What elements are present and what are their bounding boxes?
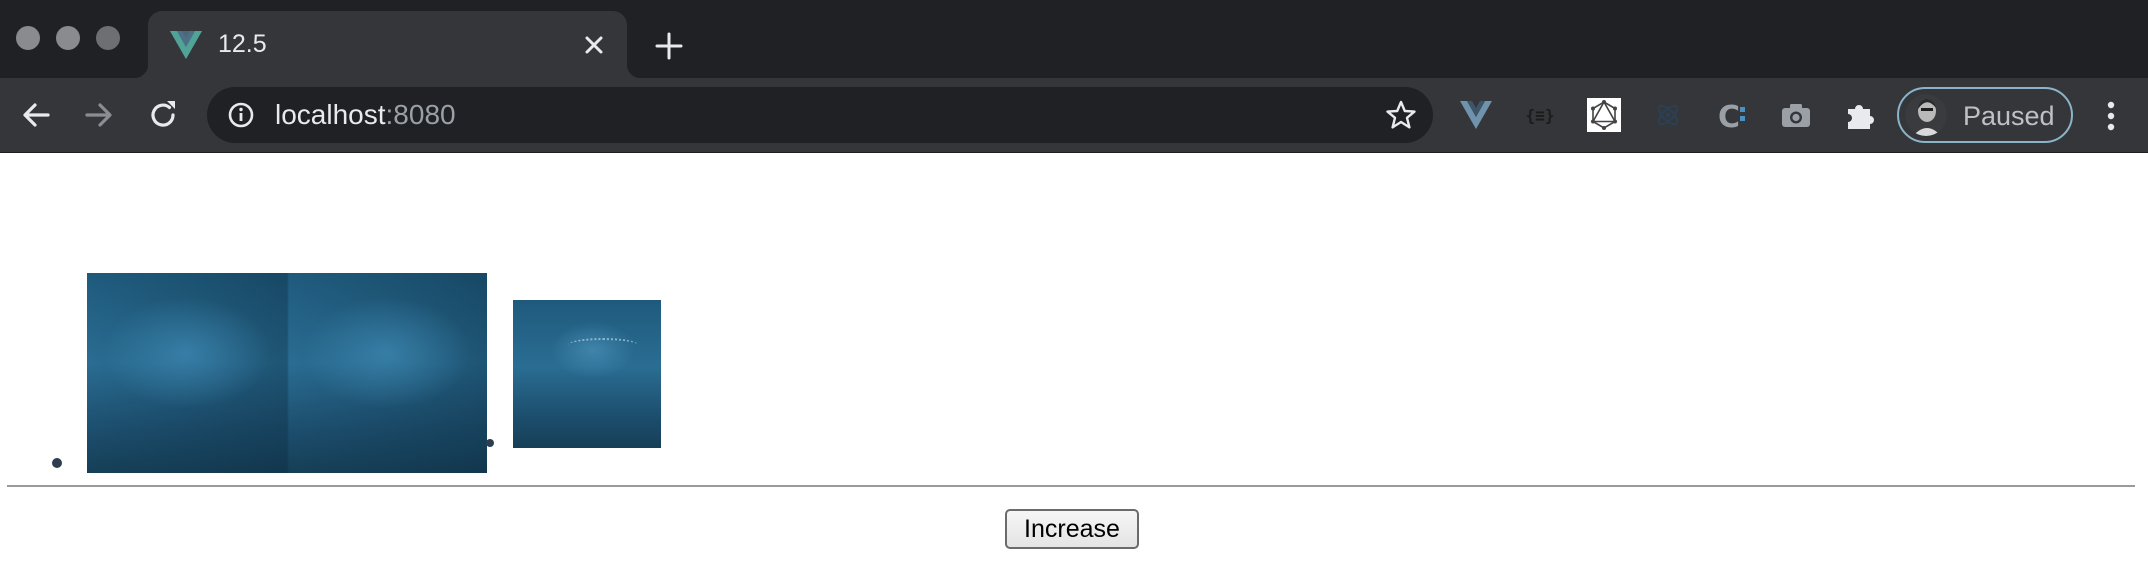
- camera-icon[interactable]: [1778, 97, 1814, 133]
- window-zoom-dot[interactable]: [96, 26, 120, 50]
- reload-icon[interactable]: [145, 97, 181, 133]
- avatar: [1905, 94, 1947, 136]
- underwater-image-small: [513, 300, 661, 448]
- browser-toolbar: localhost:8080 {≡} C Paused: [0, 78, 2148, 153]
- url-port: :8080: [385, 99, 456, 130]
- window-close-dot[interactable]: [16, 26, 40, 50]
- forward-arrow-icon[interactable]: [81, 97, 117, 133]
- image-list: [0, 153, 2148, 483]
- back-arrow-icon[interactable]: [18, 97, 54, 133]
- site-info-icon[interactable]: [227, 101, 255, 129]
- bookmark-star-icon[interactable]: [1385, 99, 1417, 131]
- c-letter-icon: C: [1718, 100, 1745, 132]
- react-devtools-icon[interactable]: [1650, 97, 1686, 133]
- underwater-image-large: [87, 273, 487, 473]
- url-host: localhost: [275, 99, 386, 130]
- svg-text:C: C: [1718, 100, 1740, 132]
- light-reflection: [568, 338, 638, 352]
- vue-logo-icon: [170, 31, 202, 59]
- kebab-menu-icon[interactable]: [2097, 96, 2125, 136]
- c-extension-icon[interactable]: C: [1714, 97, 1750, 133]
- svg-text:{≡}: {≡}: [1526, 106, 1555, 125]
- browser-tab-strip: 12.5: [0, 0, 2148, 78]
- profile-photo-icon: [1905, 94, 1947, 136]
- json-viewer-icon[interactable]: {≡}: [1522, 97, 1558, 133]
- increase-button[interactable]: Increase: [1005, 509, 1139, 549]
- vue-devtools-icon[interactable]: [1458, 97, 1494, 133]
- react-logo-icon: [1657, 104, 1679, 126]
- puzzle-icon[interactable]: [1842, 97, 1878, 133]
- graphql-logo-icon: [1587, 98, 1621, 132]
- braces-icon: {≡}: [1526, 106, 1555, 125]
- page-content: Increase: [0, 153, 2148, 571]
- browser-tab[interactable]: 12.5: [134, 11, 641, 78]
- address-bar[interactable]: localhost:8080: [207, 87, 1433, 143]
- close-icon[interactable]: [580, 31, 608, 59]
- horizontal-rule: [7, 485, 2135, 487]
- camera-glyph-icon: [1782, 104, 1810, 127]
- new-tab-plus-icon[interactable]: [652, 29, 686, 63]
- list-item-bullet: [52, 458, 62, 468]
- vue-logo-icon: [1460, 101, 1492, 129]
- list-item-bullet: [486, 439, 494, 447]
- tab-title: 12.5: [218, 30, 267, 58]
- extensions-puzzle-icon: [1848, 105, 1874, 129]
- profile-button[interactable]: Paused: [1897, 87, 2073, 143]
- profile-status-label: Paused: [1963, 101, 2055, 131]
- window-minimize-dot[interactable]: [56, 26, 80, 50]
- graphql-icon[interactable]: [1586, 97, 1622, 133]
- url-text[interactable]: localhost:8080: [275, 99, 456, 131]
